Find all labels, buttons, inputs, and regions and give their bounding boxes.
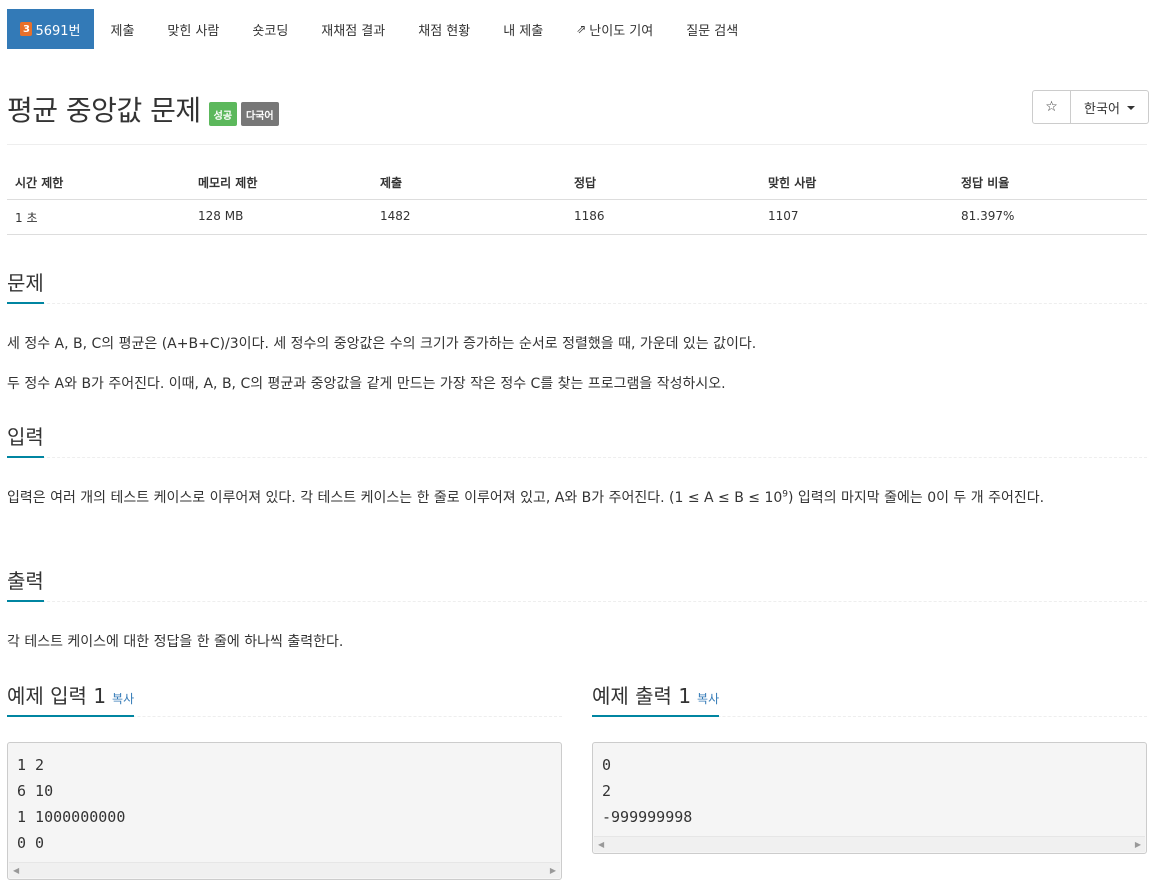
nav-difficulty-contribution-label: 난이도 기여 (589, 23, 654, 39)
sample-output-title: 예제 출력 1 (592, 684, 692, 708)
sample-input-headline: 예제 입력 1 복사 (7, 680, 562, 717)
table-header: 정답 (574, 176, 597, 190)
horizontal-scrollbar[interactable]: ◀ ▶ (594, 836, 1145, 852)
scroll-left-icon[interactable]: ◀ (13, 866, 19, 875)
problem-title-row: 평균 중앙값 문제 성공 다국어 (7, 89, 279, 129)
nav-my-submissions-label: 내 제출 (503, 23, 544, 39)
star-icon: ☆ (1045, 99, 1058, 115)
nav-submit-label: 제출 (110, 23, 135, 39)
input-text-before: 입력은 여러 개의 테스트 케이스로 이루어져 있다. 각 테스트 케이스는 한… (7, 490, 783, 506)
input-heading: 입력 (7, 421, 44, 458)
input-text-after: ) 입력의 마지막 줄에는 0이 두 개 주어진다. (788, 490, 1045, 506)
output-description: 각 테스트 케이스에 대한 정답을 한 줄에 하나씩 출력한다. (7, 634, 344, 650)
output-headline: 출력 (7, 565, 1147, 602)
nav-difficulty-contribution[interactable]: ⇗ 난이도 기여 (560, 9, 670, 49)
language-dropdown[interactable]: 한국어 (1071, 91, 1148, 123)
input-headline: 입력 (7, 421, 1147, 458)
nav-submit[interactable]: 제출 (94, 9, 151, 49)
table-cell: 1482 (380, 209, 411, 223)
nav-short-coding-label: 숏코딩 (252, 23, 289, 39)
nav-short-coding[interactable]: 숏코딩 (236, 9, 305, 49)
input-description: 입력은 여러 개의 테스트 케이스로 이루어져 있다. 각 테스트 케이스는 한… (7, 485, 1147, 511)
sample-output-headline: 예제 출력 1 복사 (592, 680, 1147, 717)
table-cell: 1186 (574, 209, 605, 223)
table-header: 제출 (380, 176, 403, 190)
table-header: 맞힌 사람 (768, 176, 817, 190)
description-heading: 문제 (7, 267, 44, 304)
sample-output-box[interactable]: 0 2 -999999998 ◀ ▶ (592, 742, 1147, 854)
copy-output-button[interactable]: 복사 (697, 692, 719, 706)
problem-number-label: 5691번 (35, 23, 81, 39)
nav-solved-users[interactable]: 맞힌 사람 (151, 9, 236, 49)
table-cell: 128 MB (198, 209, 244, 223)
nav-judge-status[interactable]: 채점 현황 (402, 9, 487, 49)
caret-down-icon (1126, 106, 1135, 110)
title-toolbar: ☆ 한국어 (1032, 90, 1149, 124)
nav-judge-status-label: 채점 현황 (418, 23, 471, 39)
problem-info-table: 시간 제한 메모리 제한 제출 정답 맞힌 사람 정답 비율 1 초 128 M… (7, 165, 1147, 235)
sample-input-box[interactable]: 1 2 6 10 1 1000000000 0 0 ◀ ▶ (7, 742, 562, 880)
nav-question-search[interactable]: 질문 검색 (670, 9, 755, 49)
scroll-right-icon[interactable]: ▶ (550, 866, 556, 875)
table-cell: 1 초 (15, 211, 38, 225)
nav-rejudge-results[interactable]: 재채점 결과 (305, 9, 402, 49)
nav-question-search-label: 질문 검색 (686, 23, 739, 39)
sample-output-content: 0 2 -999999998 (602, 756, 693, 826)
multilingual-label[interactable]: 다국어 (241, 102, 279, 126)
sample-input-content: 1 2 6 10 1 1000000000 0 0 (17, 756, 126, 852)
nav-solved-users-label: 맞힌 사람 (167, 23, 220, 39)
problem-nav: 3 5691번 제출 맞힌 사람 숏코딩 재채점 결과 채점 현황 내 제출 ⇗… (7, 9, 755, 49)
sample-input-heading: 예제 입력 1 복사 (7, 680, 135, 717)
success-label[interactable]: 성공 (208, 102, 238, 126)
nav-problem-number[interactable]: 3 5691번 (7, 9, 94, 49)
problem-title: 평균 중앙값 문제 (7, 94, 201, 127)
star-button[interactable]: ☆ (1033, 91, 1071, 123)
sample-input-title: 예제 입력 1 (7, 684, 107, 708)
output-heading: 출력 (7, 565, 44, 602)
language-label: 한국어 (1084, 101, 1120, 117)
sample-output-heading: 예제 출력 1 복사 (592, 680, 720, 717)
horizontal-scrollbar[interactable]: ◀ ▶ (9, 862, 560, 878)
table-header-row: 시간 제한 메모리 제한 제출 정답 맞힌 사람 정답 비율 (7, 165, 1147, 200)
scroll-left-icon[interactable]: ◀ (598, 840, 604, 849)
nav-my-submissions[interactable]: 내 제출 (487, 9, 560, 49)
description-headline: 문제 (7, 267, 1147, 304)
table-header: 정답 비율 (961, 176, 1010, 190)
external-link-icon: ⇗ (576, 22, 587, 36)
description-paragraph: 세 정수 A, B, C의 평균은 (A+B+C)/3이다. 세 정수의 중앙값… (7, 336, 757, 352)
table-row: 1 초 128 MB 1482 1186 1107 81.397% (7, 200, 1147, 235)
table-cell: 81.397% (961, 209, 1015, 223)
table-header: 시간 제한 (15, 176, 64, 190)
copy-input-button[interactable]: 복사 (112, 692, 134, 706)
tier-badge-icon: 3 (20, 22, 33, 36)
title-divider (7, 144, 1147, 145)
description-paragraph: 두 정수 A와 B가 주어진다. 이때, A, B, C의 평균과 중앙값을 같… (7, 376, 726, 392)
nav-rejudge-results-label: 재채점 결과 (321, 23, 386, 39)
scroll-right-icon[interactable]: ▶ (1135, 840, 1141, 849)
table-header: 메모리 제한 (198, 176, 258, 190)
table-cell: 1107 (768, 209, 799, 223)
